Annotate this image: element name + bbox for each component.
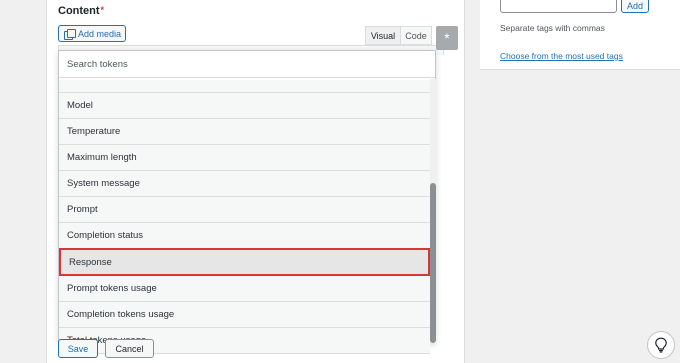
token-dropdown: Model Temperature Maximum length System … — [58, 50, 436, 354]
required-marker: * — [100, 5, 105, 15]
token-item-completion-status[interactable]: Completion status — [59, 223, 430, 249]
list-partial-row — [59, 80, 430, 93]
scrollbar-thumb[interactable] — [430, 183, 436, 343]
token-item-prompt[interactable]: Prompt — [59, 197, 430, 223]
lightbulb-icon — [655, 337, 667, 353]
editor-tabs: Visual Code — [365, 26, 432, 45]
cancel-button[interactable]: Cancel — [105, 339, 154, 358]
tab-code[interactable]: Code — [401, 26, 432, 45]
token-item-maximum-length[interactable]: Maximum length — [59, 145, 430, 171]
insert-token-button[interactable]: * — [436, 26, 458, 50]
token-item-prompt-tokens-usage[interactable]: Prompt tokens usage — [59, 276, 430, 302]
token-search-input[interactable] — [67, 58, 407, 70]
add-media-label: Add media — [78, 28, 122, 39]
media-icon — [64, 28, 76, 40]
token-item-completion-tokens-usage[interactable]: Completion tokens usage — [59, 302, 430, 328]
left-gutter — [0, 0, 46, 363]
content-label: Content* — [58, 5, 104, 17]
token-search-row — [59, 51, 435, 78]
token-item-model[interactable]: Model — [59, 93, 430, 119]
help-button[interactable] — [647, 331, 675, 359]
right-gutter — [465, 0, 480, 363]
content-label-text: Content — [58, 5, 100, 17]
add-media-button[interactable]: Add media — [58, 25, 126, 42]
token-list: Model Temperature Maximum length System … — [59, 80, 430, 354]
tag-hint: Separate tags with commas — [500, 23, 605, 33]
token-list-scrollbar[interactable] — [430, 79, 436, 343]
add-tag-button[interactable]: Add — [621, 0, 649, 13]
token-item-system-message[interactable]: System message — [59, 171, 430, 197]
tag-input[interactable] — [500, 0, 617, 13]
token-item-response[interactable]: Response — [59, 248, 430, 276]
most-used-tags-link[interactable]: Choose from the most used tags — [500, 51, 623, 61]
tab-visual[interactable]: Visual — [365, 26, 401, 45]
token-item-temperature[interactable]: Temperature — [59, 119, 430, 145]
save-button[interactable]: Save — [58, 339, 98, 358]
